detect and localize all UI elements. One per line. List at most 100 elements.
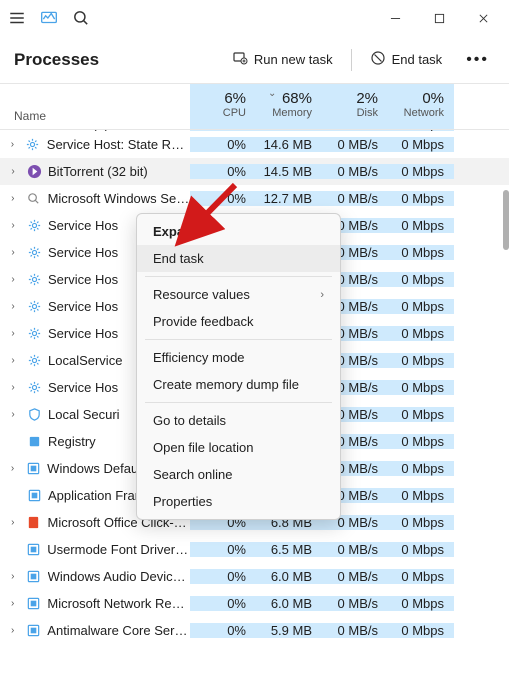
column-header-memory[interactable]: ⌄ 68% Memory [256,84,322,129]
process-name: BitTorrent (32 bit) [48,164,148,179]
expand-chevron-icon[interactable]: › [6,166,20,177]
more-options-button[interactable]: ••• [456,45,499,75]
cpu-cell: 0% [190,569,256,584]
ctx-resource-values[interactable]: Resource values › [137,281,340,308]
table-row[interactable]: ›Microsoft Network Realt...0%6.0 MB0 MB/… [0,590,509,617]
ctx-properties[interactable]: Properties [137,488,340,515]
window-close-button[interactable] [461,2,505,34]
ctx-open-file-location[interactable]: Open file location [137,434,340,461]
process-name: Windows Audio Device ... [48,569,190,584]
context-menu: Expand End task Resource values › Provid… [136,213,341,520]
table-row[interactable]: ›Windows Audio Device ...0%6.0 MB0 MB/s0… [0,563,509,590]
ctx-efficiency-mode[interactable]: Efficiency mode [137,344,340,371]
expand-chevron-icon[interactable]: › [6,193,20,204]
network-cell: 0 Mbps [388,461,454,476]
network-cell: 0 Mbps [388,623,454,638]
cpu-percent: 6% [190,90,246,107]
gear-icon [26,299,42,315]
ctx-go-to-details[interactable]: Go to details [137,407,340,434]
cpu-cell: 0% [190,137,256,152]
process-name: Microsoft Windows Sea... [48,191,190,206]
scrollbar-thumb[interactable] [503,190,509,250]
gear-icon [26,272,42,288]
expand-chevron-icon[interactable]: › [6,625,19,636]
hamburger-menu-icon[interactable] [8,9,26,27]
expand-chevron-icon[interactable]: › [6,382,20,393]
cpu-cell: 0% [190,164,256,179]
network-cell: 0 Mbps [388,407,454,422]
app-icon [26,569,42,585]
reg-icon [26,434,42,450]
expand-chevron-icon[interactable]: › [6,571,20,582]
table-row[interactable]: ›Microsoft Windows Sea...0%12.7 MB0 MB/s… [0,185,509,212]
table-row[interactable]: ›Service Host: State Repo...0%14.6 MB0 M… [0,131,509,158]
column-header-disk[interactable]: 2% Disk [322,84,388,129]
ctx-efficiency-mode-label: Efficiency mode [153,350,245,365]
disk-cell: 0 MB/s [322,137,388,152]
end-task-button[interactable]: End task [360,44,453,75]
search-icon [26,130,42,131]
process-name-cell: › BitTorrent (32 bit) [0,164,190,180]
bt-icon [26,164,42,180]
expand-chevron-icon[interactable]: › [6,409,20,420]
table-row[interactable]: ›Search (3)0%16.0 MB0 MB/s0 Mbps [0,130,509,131]
network-cell: 0 Mbps [388,542,454,557]
app-icon [25,623,41,639]
process-name: Service Hos [48,272,118,287]
column-header-network[interactable]: 0% Network [388,84,454,129]
table-row[interactable]: ›BitTorrent (32 bit)0%14.5 MB0 MB/s0 Mbp… [0,158,509,185]
expand-chevron-icon[interactable]: › [6,328,20,339]
network-cell: 0 Mbps [388,569,454,584]
cpu-cell: 0% [190,191,256,206]
network-cell: 0 Mbps [388,137,454,152]
network-cell: 0 Mbps [388,353,454,368]
run-task-icon [232,50,248,69]
expand-chevron-icon[interactable]: › [6,598,19,609]
end-task-label: End task [392,52,443,67]
network-cell: 0 Mbps [388,272,454,287]
app-icon [25,542,41,558]
run-new-task-button[interactable]: Run new task [222,44,343,75]
expand-chevron-icon[interactable]: › [6,220,20,231]
expand-chevron-icon[interactable]: › [6,274,20,285]
ctx-separator [145,402,332,403]
network-cell: 0 Mbps [388,488,454,503]
expand-chevron-icon[interactable]: › [6,139,19,150]
network-cell: 0 Mbps [388,299,454,314]
ctx-open-file-location-label: Open file location [153,440,253,455]
disk-cell: 0 MB/s [322,596,388,611]
process-name: Service Hos [48,380,118,395]
expand-chevron-icon[interactable]: › [6,517,20,528]
ctx-expand-label: Expand [153,224,200,239]
cpu-cell: 0% [190,623,256,638]
ctx-create-memory-dump[interactable]: Create memory dump file [137,371,340,398]
column-header-name[interactable]: Name [0,84,190,129]
network-cell: 0 Mbps [388,130,454,131]
window-minimize-button[interactable] [373,2,417,34]
gear-icon [26,380,42,396]
performance-icon[interactable] [40,9,58,27]
gear-icon [26,326,42,342]
expand-chevron-icon[interactable]: › [6,247,20,258]
window-maximize-button[interactable] [417,2,461,34]
expand-chevron-icon[interactable]: › [6,463,19,474]
expand-chevron-icon[interactable]: › [6,355,20,366]
process-name: Registry [48,434,96,449]
table-row[interactable]: ›Usermode Font Driver H...0%6.5 MB0 MB/s… [0,536,509,563]
cpu-cell: 0% [190,542,256,557]
column-header-cpu[interactable]: 6% CPU [190,84,256,129]
ellipsis-icon: ••• [466,51,489,68]
table-header: Name 6% CPU ⌄ 68% Memory 2% Disk 0% Netw… [0,84,509,130]
ctx-end-task[interactable]: End task [137,245,340,272]
ctx-expand[interactable]: Expand [137,218,340,245]
memory-cell: 5.9 MB [256,623,322,638]
office-icon [26,515,42,531]
network-cell: 0 Mbps [388,191,454,206]
cpu-cell: 0% [190,596,256,611]
disk-percent: 2% [322,90,378,107]
memory-cell: 14.5 MB [256,164,322,179]
ctx-search-online[interactable]: Search online [137,461,340,488]
expand-chevron-icon[interactable]: › [6,301,20,312]
ctx-provide-feedback[interactable]: Provide feedback [137,308,340,335]
search-icon[interactable] [72,9,90,27]
